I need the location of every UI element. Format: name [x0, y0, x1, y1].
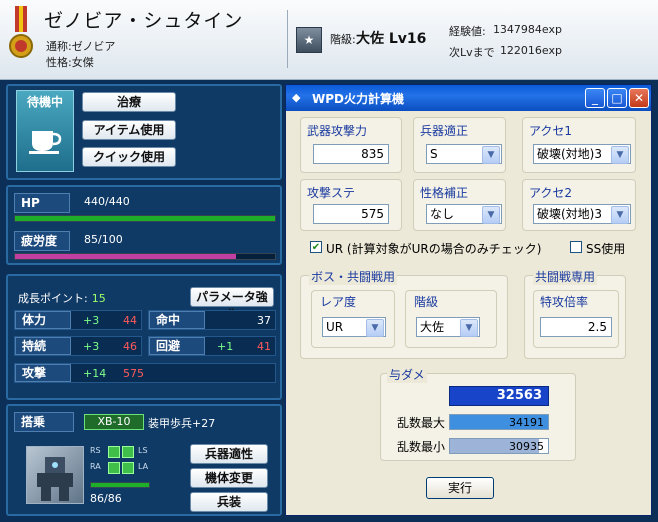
chevron-down-icon[interactable]: ▼	[611, 146, 629, 164]
attack-stat-group: 攻撃ステ 575	[300, 179, 402, 231]
alias: 通称:ゼノビア	[46, 40, 116, 53]
weapon-attack-group: 武器攻撃力 835	[300, 117, 402, 173]
attack-stat-input[interactable]: 575	[313, 204, 389, 224]
coop-only-group: 共闘戦専用 特攻倍率 2.5	[524, 268, 626, 359]
stat-row-evasion: 回避 +1 41	[148, 336, 276, 356]
character-name: ゼノビア・シュタイン	[44, 10, 244, 32]
fatigue-bar-fill	[15, 254, 236, 259]
rarity-select[interactable]: UR ▼	[322, 317, 386, 337]
minimize-icon[interactable]: _	[585, 88, 605, 108]
rank-label: 階級:	[330, 33, 356, 46]
growth-panel: 成長ポイント:15 パラメータ強化 体力 +3 44 命中 37 持続 +3 4…	[6, 274, 282, 400]
unit-portrait	[26, 446, 84, 504]
durability-bar-fill	[91, 483, 149, 487]
min-bar: 30935	[449, 438, 549, 454]
parameter-enhance-button[interactable]: パラメータ強化	[190, 287, 274, 322]
close-icon[interactable]: ✕	[629, 88, 649, 108]
mount-label: 搭乗	[14, 412, 74, 432]
rank-value: 大佐 Lv16	[356, 31, 427, 47]
equipment-button[interactable]: 兵装	[190, 492, 268, 512]
run-button[interactable]: 実行	[426, 477, 494, 499]
rank-group: 階級 大佐 ▼	[405, 290, 497, 348]
slot-ra	[108, 462, 120, 474]
weapon-aptitude-button[interactable]: 兵器適性	[190, 444, 268, 464]
window-titlebar[interactable]: ◆ WPD火力計算機 _ □ ✕	[286, 85, 651, 111]
max-bar: 34191	[449, 414, 549, 430]
state-label: 待機中	[26, 95, 63, 109]
mech-icon	[37, 457, 73, 501]
fatigue-value: 85/100	[84, 233, 123, 246]
ss-checkbox[interactable]	[570, 241, 582, 253]
medal-icon	[9, 6, 33, 58]
ss-checkbox-label: SS使用	[586, 242, 626, 256]
max-label: 乱数最大	[397, 416, 446, 430]
header-divider	[287, 10, 288, 68]
durability-value: 86/86	[90, 492, 122, 505]
stat-row-endurance: 持続 +3 46	[14, 336, 142, 356]
slot-rs	[108, 446, 120, 458]
min-label: 乱数最小	[397, 440, 446, 454]
next-level-value: 122016exp	[499, 44, 562, 57]
special-multiplier-input[interactable]: 2.5	[540, 317, 612, 337]
stat-row-stamina: 体力 +3 44	[14, 310, 142, 330]
stat-row-accuracy: 命中 37	[148, 310, 276, 330]
fatigue-label: 疲労度	[14, 231, 70, 251]
unit-code: XB-10	[84, 414, 144, 430]
character-header: ゼノビア・シュタイン 通称:ゼノビア 性格:女傑 ★ 階級: 大佐 Lv16 経…	[0, 0, 658, 80]
damage-group: 与ダメ 32563 乱数最大 34191 乱数最小 30935	[380, 366, 576, 461]
durability-bar	[90, 482, 150, 488]
special-group: 特攻倍率 2.5	[533, 290, 619, 348]
accessory2-select[interactable]: 破壊(対地)3 ▼	[533, 204, 631, 224]
exp-value: 1347984exp	[492, 23, 562, 36]
quick-use-button[interactable]: クイック使用	[82, 147, 176, 167]
state-box: 待機中	[16, 90, 74, 172]
maximize-icon[interactable]: □	[607, 88, 627, 108]
weapon-aptitude-select[interactable]: S ▼	[426, 144, 502, 164]
weapon-aptitude-group: 兵器適正 S ▼	[413, 117, 506, 173]
app-icon: ◆	[292, 91, 301, 104]
change-unit-button[interactable]: 機体変更	[190, 468, 268, 488]
chevron-down-icon[interactable]: ▼	[482, 146, 500, 164]
chevron-down-icon[interactable]: ▼	[366, 319, 384, 337]
max-value: 34191	[509, 416, 544, 429]
chevron-down-icon[interactable]: ▼	[460, 319, 478, 337]
rank-insignia-icon: ★	[296, 27, 322, 53]
mount-panel: 搭乗 XB-10 装甲歩兵+27 RS LS RA LA 86/86 兵器適性 …	[6, 404, 282, 516]
window-title: WPD火力計算機	[312, 92, 404, 106]
coffee-cup-icon	[29, 131, 62, 154]
slot-ls	[122, 446, 134, 458]
ur-checkbox-label: UR (計算対象がURの場合のみチェック)	[326, 242, 542, 256]
chevron-down-icon[interactable]: ▼	[611, 206, 629, 224]
damage-value: 32563	[449, 386, 549, 406]
slot-la	[122, 462, 134, 474]
accessory1-select[interactable]: 破壊(対地)3 ▼	[533, 144, 631, 164]
personality-mod-group: 性格補正 なし ▼	[413, 179, 506, 231]
hp-bar-fill	[15, 216, 275, 221]
unit-name: 装甲歩兵+27	[148, 417, 216, 430]
hp-label: HP	[14, 193, 70, 213]
fatigue-bar	[14, 253, 276, 260]
weapon-slot-grid: RS LS RA LA	[90, 446, 154, 476]
hp-bar	[14, 215, 276, 222]
min-value: 30935	[509, 440, 544, 453]
firepower-calculator-window: ◆ WPD火力計算機 _ □ ✕ 武器攻撃力 835 兵器適正 S ▼ アクセ1 …	[285, 84, 652, 516]
vitals-panel: HP 440/440 疲労度 85/100	[6, 185, 282, 265]
hp-value: 440/440	[84, 195, 130, 208]
use-item-button[interactable]: アイテム使用	[82, 120, 176, 140]
chevron-down-icon[interactable]: ▼	[482, 206, 500, 224]
accessory2-group: アクセ2 破壊(対地)3 ▼	[522, 179, 636, 231]
growth-points: 成長ポイント: 15	[18, 292, 106, 305]
weapon-attack-input[interactable]: 835	[313, 144, 389, 164]
heal-button[interactable]: 治療	[82, 92, 176, 112]
boss-coop-group: ボス・共闘戦用 レア度 UR ▼ 階級 大佐 ▼	[300, 268, 508, 359]
status-panel: 待機中 治療 アイテム使用 クイック使用	[6, 84, 282, 180]
personality-mod-select[interactable]: なし ▼	[426, 204, 502, 224]
accessory1-group: アクセ1 破壊(対地)3 ▼	[522, 117, 636, 173]
stat-row-attack: 攻撃 +14 575	[14, 363, 276, 383]
rarity-group: レア度 UR ▼	[311, 290, 395, 348]
rank-select[interactable]: 大佐 ▼	[416, 317, 480, 337]
personality: 性格:女傑	[46, 56, 94, 69]
ur-checkbox[interactable]: ✔	[310, 241, 322, 253]
